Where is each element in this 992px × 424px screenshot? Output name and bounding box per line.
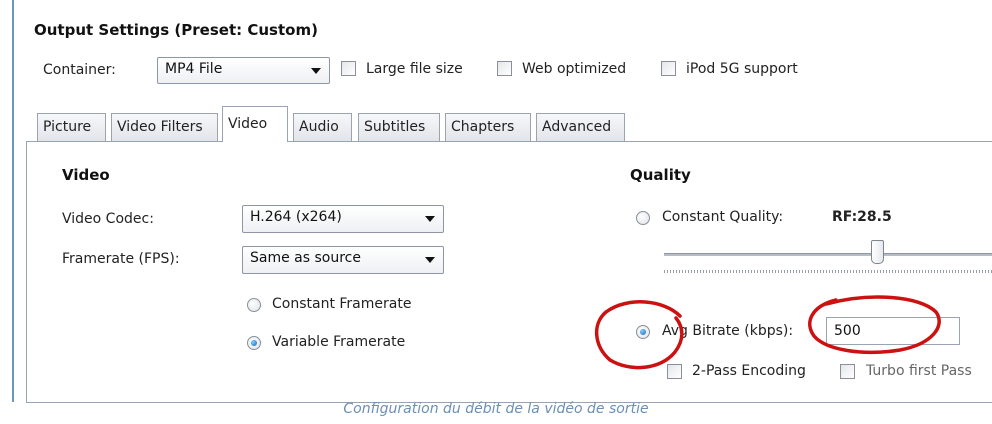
- tab-audio[interactable]: Audio: [293, 113, 352, 141]
- avg-bitrate-radio[interactable]: [636, 325, 650, 339]
- turbo-first-pass-label: Turbo first Pass: [866, 363, 972, 379]
- ipod-5g-label: iPod 5G support: [686, 61, 798, 77]
- quality-slider-thumb[interactable]: [871, 240, 884, 264]
- two-pass-encoding-checkbox[interactable]: [667, 364, 682, 379]
- two-pass-encoding-label: 2-Pass Encoding: [692, 363, 806, 379]
- constant-framerate-label: Constant Framerate: [272, 296, 412, 312]
- web-optimized-checkbox[interactable]: [497, 61, 512, 76]
- variable-framerate-radio[interactable]: [247, 336, 261, 350]
- output-settings-title: Output Settings (Preset: Custom): [34, 21, 318, 39]
- rf-value: RF:28.5: [832, 209, 892, 225]
- turbo-first-pass-checkbox[interactable]: [840, 364, 855, 379]
- video-codec-value: H.264 (x264): [250, 209, 342, 225]
- constant-framerate-radio[interactable]: [247, 298, 261, 312]
- tab-picture[interactable]: Picture: [37, 113, 106, 141]
- quality-slider-ticks: [664, 270, 992, 273]
- tab-subtitles[interactable]: Subtitles: [358, 113, 440, 141]
- variable-framerate-label: Variable Framerate: [272, 334, 406, 350]
- large-file-size-checkbox[interactable]: [341, 61, 356, 76]
- ipod-5g-checkbox[interactable]: [661, 61, 676, 76]
- tab-video[interactable]: Video: [222, 106, 288, 142]
- image-caption: Configuration du débit de la vidéo de so…: [343, 401, 649, 417]
- tab-advanced[interactable]: Advanced: [536, 113, 625, 141]
- web-optimized-label: Web optimized: [522, 61, 627, 77]
- tab-video-filters[interactable]: Video Filters: [111, 113, 218, 141]
- avg-bitrate-input[interactable]: 500: [826, 317, 960, 345]
- video-codec-select[interactable]: H.264 (x264): [242, 205, 444, 233]
- avg-bitrate-label: Avg Bitrate (kbps):: [662, 323, 794, 339]
- chevron-down-icon: [311, 67, 321, 74]
- video-codec-label: Video Codec:: [62, 211, 154, 227]
- container-label: Container:: [43, 62, 116, 78]
- window-left-border: [12, 0, 14, 402]
- quality-group-title: Quality: [630, 166, 691, 184]
- large-file-size-label: Large file size: [366, 61, 463, 77]
- radio-dot-icon: [640, 329, 646, 335]
- constant-quality-radio[interactable]: [636, 211, 650, 225]
- constant-quality-label: Constant Quality:: [662, 209, 784, 225]
- chevron-down-icon: [425, 216, 435, 222]
- container-select[interactable]: MP4 File: [157, 57, 330, 84]
- tab-chapters[interactable]: Chapters: [445, 113, 531, 141]
- quality-slider-track[interactable]: [664, 253, 992, 256]
- chevron-down-icon: [425, 257, 435, 263]
- radio-dot-icon: [251, 340, 257, 346]
- framerate-label: Framerate (FPS):: [62, 251, 180, 267]
- video-group-title: Video: [62, 166, 110, 184]
- framerate-select[interactable]: Same as source: [242, 246, 444, 274]
- framerate-value: Same as source: [250, 250, 361, 266]
- container-select-value: MP4 File: [165, 61, 223, 77]
